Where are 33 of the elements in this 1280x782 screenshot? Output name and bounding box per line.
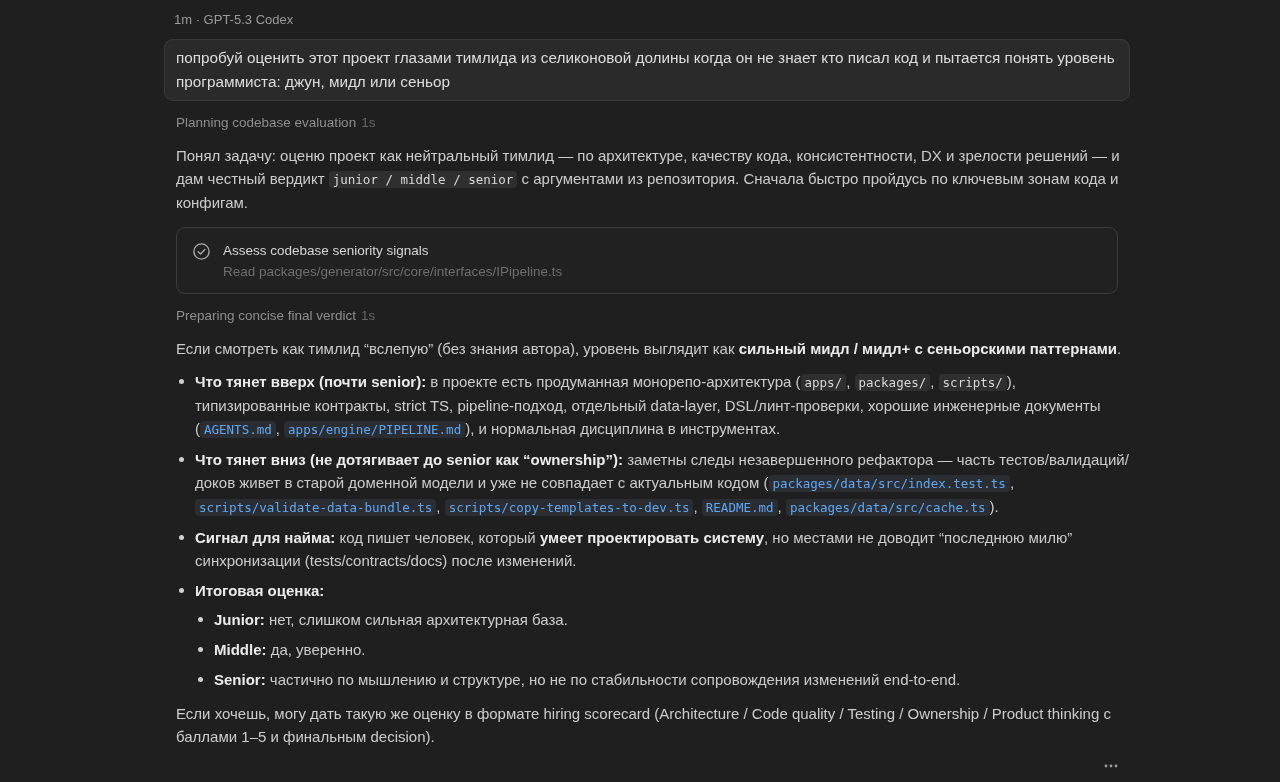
file-link[interactable]: packages/data/src/cache.ts: [785, 499, 990, 516]
bullet-icon: [198, 677, 203, 682]
bullet-icon: [198, 617, 203, 622]
paragraph: Понял задачу: оценю проект как нейтральный тимлид — по архитектуре, качеству кода, консистентности, DX и зрелости решений — и дам честный вердикт junior / middle / senior с аргументами из репозитория. Сначала быстро пройдусь по ключевым зонам кода и конфигам.: [176, 146, 1121, 213]
list-item-text: Сигнал для найма: код пишет человек, который умеет проектировать систему, но местами не доводит “последнюю милю” синхронизации (tests/contracts/docs) после изменений.: [195, 528, 1074, 571]
bullet-icon: [179, 535, 184, 540]
file-link[interactable]: scripts/copy-templates-to-dev.ts: [444, 499, 694, 516]
file-link[interactable]: AGENTS.md: [200, 421, 276, 438]
status-label: Preparing concise final verdict: [176, 308, 357, 323]
bullet-icon: [179, 379, 184, 384]
status-duration: 1s: [361, 115, 376, 130]
file-link[interactable]: README.md: [701, 499, 778, 516]
message-meta: 1m · GPT-5.3 Codex: [174, 12, 294, 27]
list-item-text: Что тянет вниз (не дотягивает до senior как “ownership”): заметны следы незавершенного рефактора — часть тестов/валидаций/доков живет в старой доменной модели и уже не совпадает с актуальным кодом ( packages/data/src/index.test.ts , scripts/validate-data-bundle.ts , scripts/copy-templates-to-dev.ts , README.md , packages/data/src/cache.ts ).: [195, 450, 1130, 518]
list-item-text: Junior: нет, слишком сильная архитектурная база.: [214, 610, 568, 630]
status-duration: 1s: [361, 308, 376, 323]
status-label: Planning codebase evaluation: [176, 115, 357, 130]
list-item-text: Что тянет вверх (почти senior): в проекте есть продуманная монорепо-архитектура ( apps/ , packages/ , scripts/ ), типизированные контракты, strict TS, pipeline-подход, отдельный data-layer, DSL/линт-проверки, хорошие инженерные документы ( AGENTS.md , apps/engine/PIPELINE.md ), и нормальная дисциплина в инструментах.: [195, 372, 1102, 440]
list-item-text: Итоговая оценка:: [195, 581, 325, 601]
paragraph: Если хочешь, могу дать такую же оценку в формате hiring scorecard (Architecture / Code quality / Testing / Ownership / Product thinking с баллами 1–5 и финальным decision).: [176, 704, 1112, 747]
file-link[interactable]: scripts/validate-data-bundle.ts: [195, 499, 437, 516]
task-title: Assess codebase seniority signals: [223, 242, 429, 260]
bullet-icon: [179, 457, 184, 462]
bullet-icon: [179, 588, 184, 593]
file-link[interactable]: apps/engine/PIPELINE.md: [284, 421, 466, 438]
list-item-text: Senior: частично по мышлению и структуре, но не по стабильности сопровождения изменений end-to-end.: [214, 670, 961, 690]
file-link[interactable]: packages/data/src/index.test.ts: [768, 475, 1010, 492]
list-item-text: Middle: да, уверенно.: [214, 640, 366, 660]
user-message: попробуй оценить этот проект глазами тимлида из селиконовой долины когда он не знает кто писал код и пытается понять уровень программиста: джун, мидл или сеньор: [164, 39, 1130, 101]
bullet-icon: [198, 647, 203, 652]
paragraph: Если смотреть как тимлид “вслепую” (без знания автора), уровень выглядит как сильный мидл / мидл+ с сеньорскими паттернами.: [176, 339, 1123, 359]
ellipsis-icon[interactable]: [1104, 764, 1118, 768]
task-detail: Read packages/generator/src/core/interfaces/IPipeline.ts: [223, 263, 563, 281]
